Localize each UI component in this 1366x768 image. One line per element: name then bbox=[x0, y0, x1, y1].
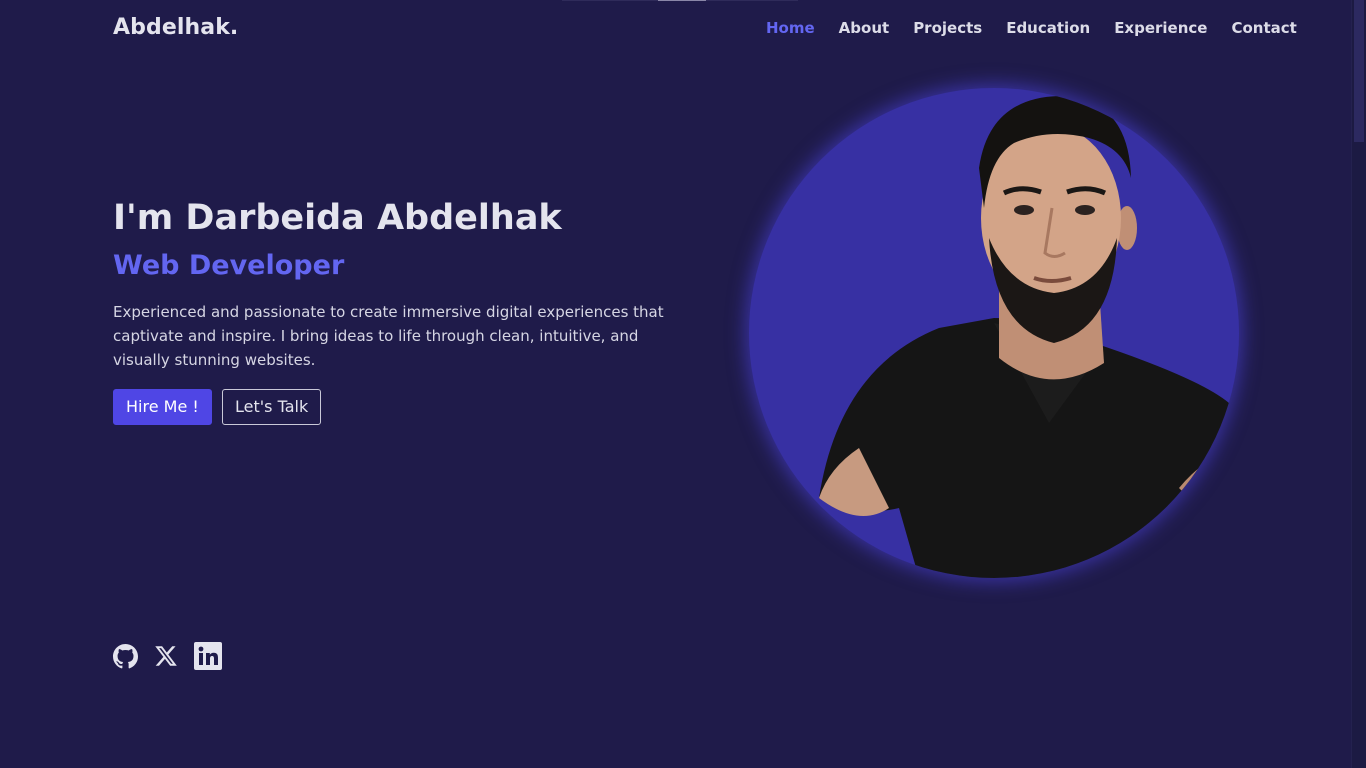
social-links bbox=[113, 642, 222, 670]
github-icon[interactable] bbox=[113, 643, 138, 669]
nav-item-projects[interactable]: Projects bbox=[913, 19, 982, 37]
nav-item-contact[interactable]: Contact bbox=[1231, 19, 1296, 37]
hire-me-button[interactable]: Hire Me ! bbox=[113, 389, 212, 425]
profile-portrait bbox=[749, 88, 1239, 578]
scrollbar-thumb[interactable] bbox=[1354, 0, 1364, 142]
hero-role: Web Developer bbox=[113, 250, 345, 281]
hero-title: I'm Darbeida Abdelhak bbox=[113, 198, 562, 238]
page-scrollbar[interactable] bbox=[1351, 0, 1366, 768]
profile-photo bbox=[819, 96, 1229, 578]
portfolio-page: Abdelhak. Home About Projects Education … bbox=[0, 0, 1366, 768]
lets-talk-button[interactable]: Let's Talk bbox=[222, 389, 322, 425]
x-twitter-icon[interactable] bbox=[154, 644, 178, 668]
top-scroll-indicator-thumb bbox=[658, 0, 706, 1]
nav-item-experience[interactable]: Experience bbox=[1114, 19, 1207, 37]
nav-item-about[interactable]: About bbox=[839, 19, 890, 37]
brand-logo[interactable]: Abdelhak. bbox=[113, 15, 238, 40]
main-nav: Home About Projects Education Experience… bbox=[766, 19, 1297, 37]
linkedin-icon[interactable] bbox=[194, 642, 222, 670]
nav-item-education[interactable]: Education bbox=[1006, 19, 1090, 37]
hero-description: Experienced and passionate to create imm… bbox=[113, 303, 664, 369]
nav-item-home[interactable]: Home bbox=[766, 19, 815, 37]
top-scroll-indicator bbox=[562, 0, 798, 1]
